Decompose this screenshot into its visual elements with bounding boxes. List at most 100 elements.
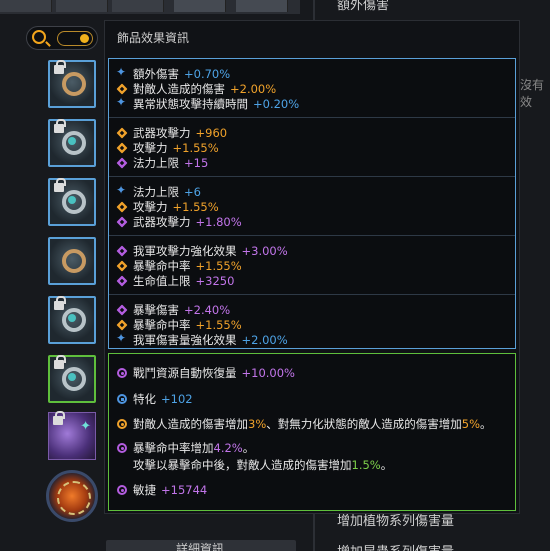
swirl-orange-icon bbox=[117, 419, 127, 429]
accessory-slot-ring-2[interactable] bbox=[48, 296, 96, 344]
diamond-orange-icon bbox=[116, 142, 128, 154]
diamond-orange-icon bbox=[116, 319, 128, 331]
accessory-slot-necklace[interactable] bbox=[48, 60, 96, 108]
swirl-purple-icon bbox=[117, 485, 127, 495]
search-toggle[interactable] bbox=[26, 26, 98, 50]
stat-label: 我軍傷害量強化效果 bbox=[133, 333, 237, 347]
lock-icon bbox=[54, 355, 66, 369]
lock-icon bbox=[54, 296, 66, 310]
accessory-slot-ring-1[interactable] bbox=[48, 237, 96, 285]
stat-line: 暴擊命中率 +1.55% bbox=[116, 317, 242, 333]
diamond-purple-icon bbox=[116, 157, 128, 169]
diamond-purple-icon bbox=[116, 275, 128, 287]
set-effect-line: 特化 +102 bbox=[117, 391, 193, 407]
stat-line: 額外傷害 +0.70% bbox=[116, 65, 231, 82]
stat-value: +3.00% bbox=[241, 244, 288, 258]
stat-label: 額外傷害 bbox=[133, 67, 179, 81]
stat-label: 異常狀態攻擊持續時間 bbox=[133, 97, 248, 111]
top-tab[interactable] bbox=[174, 0, 226, 12]
stat-value: +2.40% bbox=[184, 303, 231, 317]
background-side-text: 沒有效 bbox=[520, 78, 545, 109]
top-tab[interactable] bbox=[236, 0, 288, 12]
lock-icon bbox=[54, 119, 66, 133]
background-stat-text: 額外傷害 bbox=[337, 0, 390, 13]
lock-icon bbox=[54, 178, 66, 192]
stat-value: +1.55% bbox=[195, 259, 242, 273]
stat-label: 對敵人造成的傷害 bbox=[133, 82, 225, 96]
accessory-stats-block: 額外傷害 +0.70% 對敵人造成的傷害 +2.00% 異常狀態攻擊持續時間 +0.2… bbox=[108, 58, 516, 349]
star-blue-icon bbox=[116, 95, 127, 109]
stat-label: 攻擊力 bbox=[133, 141, 168, 155]
bracelet-icon bbox=[62, 367, 86, 391]
set-effect-line: 對敵人造成的傷害增加 3% 、對無力化狀態的敵人造成的傷害增加 5%。 bbox=[117, 416, 492, 432]
ring-icon bbox=[62, 249, 86, 273]
stat-value: +3250 bbox=[195, 274, 235, 288]
star-blue-icon bbox=[116, 183, 127, 197]
stat-value: +2.00% bbox=[230, 82, 277, 96]
effect-text: 。 bbox=[380, 458, 393, 472]
lock-icon bbox=[54, 60, 66, 74]
stat-label: 武器攻擊力 bbox=[133, 126, 191, 140]
stat-value: +1.80% bbox=[195, 215, 242, 229]
search-icon bbox=[32, 30, 46, 44]
stat-label: 暴擊命中率 bbox=[133, 259, 191, 273]
stat-line: 暴擊命中率 +1.55% bbox=[116, 258, 242, 274]
stat-line: 我軍攻擊力強化效果 +3.00% bbox=[116, 243, 288, 259]
earring-icon bbox=[62, 131, 86, 155]
diamond-orange-icon bbox=[116, 201, 128, 213]
stat-value: +0.70% bbox=[184, 67, 231, 81]
stat-line: 武器攻擊力 +960 bbox=[116, 125, 227, 141]
stat-label: 生命值上限 bbox=[133, 274, 191, 288]
stat-line: 武器攻擊力 +1.80% bbox=[116, 214, 242, 230]
group-divider bbox=[109, 294, 515, 295]
sparkle-icon: ✦ bbox=[80, 419, 91, 434]
stat-label: 我軍攻擊力強化效果 bbox=[133, 244, 237, 258]
stat-line: 法力上限 +6 bbox=[116, 183, 201, 200]
stat-value: +2.00% bbox=[241, 333, 288, 347]
effect-text: 攻擊以暴擊命中後，對敵人造成的傷害增加 bbox=[133, 458, 352, 472]
diamond-purple-icon bbox=[116, 216, 128, 228]
stat-value: +1.55% bbox=[195, 318, 242, 332]
panel-title: 飾品效果資訊 bbox=[117, 31, 190, 45]
effect-value: 4.2% bbox=[213, 441, 243, 455]
orb-slot[interactable] bbox=[46, 470, 98, 522]
accessory-slot-bracelet[interactable] bbox=[48, 355, 96, 403]
stat-line: 法力上限 +15 bbox=[116, 155, 208, 171]
star-blue-icon bbox=[116, 65, 127, 79]
set-effect-line: 暴擊命中率增加 4.2%。 bbox=[117, 440, 254, 456]
ability-stone-slot[interactable]: ✦ bbox=[48, 411, 96, 460]
stat-value: +6 bbox=[184, 185, 201, 199]
diamond-orange-icon bbox=[116, 127, 128, 139]
toggle-knob bbox=[80, 34, 89, 43]
swirl-purple-icon bbox=[117, 443, 127, 453]
stat-line: 生命值上限 +3250 bbox=[116, 273, 235, 289]
toggle-switch[interactable] bbox=[57, 31, 93, 46]
top-tab[interactable] bbox=[112, 0, 164, 12]
effect-label: 戰鬥資源自動恢復量 bbox=[133, 366, 237, 380]
stat-line: 攻擊力 +1.55% bbox=[116, 140, 219, 156]
effect-text: 對敵人造成的傷害增加 bbox=[133, 417, 248, 431]
stat-line: 攻擊力 +1.55% bbox=[116, 199, 219, 215]
star-blue-icon bbox=[116, 331, 127, 345]
stat-line: 異常狀態攻擊持續時間 +0.20% bbox=[116, 95, 299, 112]
effect-text: 、對無力化狀態的敵人造成的傷害增加 bbox=[266, 417, 462, 431]
top-tab[interactable] bbox=[56, 0, 108, 12]
background-stat-text: 增加昆蟲系列傷害量 bbox=[337, 541, 540, 551]
stat-label: 暴擊傷害 bbox=[133, 303, 179, 317]
stat-value: +1.55% bbox=[172, 141, 219, 155]
stat-label: 武器攻擊力 bbox=[133, 215, 191, 229]
stat-line: 暴擊傷害 +2.40% bbox=[116, 302, 231, 318]
accessory-slot-earring-2[interactable] bbox=[48, 178, 96, 226]
effect-value: +10.00% bbox=[241, 366, 296, 380]
top-tab-bar bbox=[0, 0, 300, 14]
group-divider bbox=[109, 117, 515, 118]
top-tab[interactable] bbox=[0, 0, 52, 12]
effect-value: 5% bbox=[461, 417, 480, 431]
lock-icon bbox=[53, 411, 65, 425]
accessory-slot-earring-1[interactable] bbox=[48, 119, 96, 167]
details-button[interactable]: 詳細資訊 bbox=[106, 540, 296, 551]
effect-text: 暴擊命中率增加 bbox=[133, 441, 214, 455]
effect-value: +102 bbox=[161, 392, 193, 406]
stat-label: 法力上限 bbox=[133, 185, 179, 199]
effect-value: +15744 bbox=[161, 483, 208, 497]
